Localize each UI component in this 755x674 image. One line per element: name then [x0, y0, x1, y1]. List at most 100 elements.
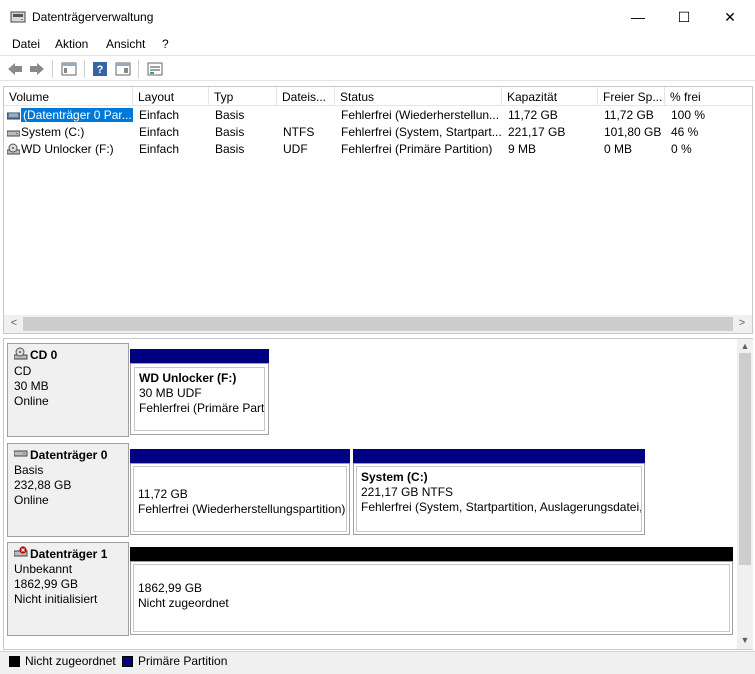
partition-title: System (C:)	[361, 470, 428, 484]
disk-size: 232,88 GB	[14, 478, 72, 492]
volume-typ: Basis	[215, 108, 245, 122]
disk-type: CD	[14, 364, 32, 378]
volume-pct-free: 0 %	[671, 142, 692, 156]
show-hide-icon[interactable]	[113, 59, 133, 79]
volume-layout: Einfach	[139, 108, 180, 122]
close-button[interactable]: ✕	[707, 0, 753, 34]
partition-wd-unlocker[interactable]: WD Unlocker (F:) 30 MB UDF Fehlerfrei (P…	[130, 363, 269, 435]
partition-detail: 30 MB UDF	[139, 386, 202, 400]
disk-state: Online	[14, 394, 49, 408]
maximize-button[interactable]: ☐	[661, 0, 707, 34]
menu-help[interactable]: ?	[162, 37, 169, 51]
volume-row[interactable]: System (C:) Einfach Basis NTFS Fehlerfre…	[4, 124, 752, 141]
primary-partition-bar	[353, 449, 645, 463]
legend-swatch-primary	[122, 656, 133, 667]
disk-info-disk0[interactable]: Datenträger 0 Basis 232,88 GB Online	[7, 443, 129, 537]
toolbar: ?	[0, 55, 755, 81]
cd-drive-icon	[13, 347, 28, 364]
partition-detail: 1862,99 GB	[138, 581, 203, 595]
partition-title: WD Unlocker (F:)	[139, 371, 237, 385]
disk-size: 30 MB	[14, 379, 49, 393]
menu-aktion[interactable]: Aktion	[55, 37, 88, 51]
volume-pct-free: 46 %	[671, 125, 699, 139]
column-status[interactable]: Status	[335, 87, 502, 106]
partition-detail: 221,17 GB NTFS	[361, 485, 454, 499]
disk-info-disk1[interactable]: Datenträger 1 Unbekannt 1862,99 GB Nicht…	[7, 542, 129, 636]
column-prozent-frei[interactable]: % frei	[665, 87, 752, 106]
primary-partition-bar	[130, 449, 350, 463]
volume-row[interactable]: WD Unlocker (F:) Einfach Basis UDF Fehle…	[4, 141, 752, 158]
disk-size: 1862,99 GB	[14, 577, 79, 591]
view-icon[interactable]	[145, 59, 165, 79]
disk-state: Nicht initialisiert	[14, 592, 98, 606]
volume-row[interactable]: (Datenträger 0 Par... Einfach Basis Fehl…	[4, 107, 752, 124]
partition-status: Fehlerfrei (System, Startpartition, Ausl…	[361, 500, 642, 514]
vertical-scrollbar[interactable]: ▲ ▼	[737, 339, 753, 649]
column-freier-speicher[interactable]: Freier Sp...	[598, 87, 665, 106]
menu-ansicht[interactable]: Ansicht	[106, 37, 145, 51]
volume-partition-icon	[7, 110, 21, 124]
help-icon[interactable]: ?	[90, 59, 110, 79]
scroll-right-arrow[interactable]: >	[734, 317, 750, 331]
column-typ[interactable]: Typ	[209, 87, 277, 106]
volume-capacity: 221,17 GB	[508, 125, 566, 139]
toolbar-separator	[52, 60, 53, 78]
partition-unallocated[interactable]: 1862,99 GB Nicht zugeordnet	[130, 561, 733, 635]
drive-icon	[7, 127, 21, 141]
legend-bar: Nicht zugeordnet Primäre Partition	[0, 651, 755, 674]
volume-typ: Basis	[215, 142, 245, 156]
disk-graphical-view: CD 0 CD 30 MB Online WD Unlocker (F:) 30…	[3, 338, 753, 650]
menu-bar: Datei Aktion Ansicht ?	[0, 34, 755, 54]
column-header: Volume Layout Typ Dateis... Status Kapaz…	[4, 87, 752, 106]
scroll-left-arrow[interactable]: <	[6, 317, 22, 331]
toolbar-separator	[84, 60, 85, 78]
properties-icon[interactable]	[59, 59, 79, 79]
volume-filesystem: UDF	[283, 142, 308, 156]
volume-name: WD Unlocker (F:)	[21, 142, 114, 156]
scroll-thumb[interactable]	[739, 353, 751, 565]
volume-status: Fehlerfrei (Wiederherstellun...	[341, 108, 500, 122]
volume-layout: Einfach	[139, 125, 180, 139]
menu-datei[interactable]: Datei	[12, 37, 40, 51]
partition-recovery[interactable]: 11,72 GB Fehlerfrei (Wiederherstellungsp…	[130, 463, 350, 535]
minimize-button[interactable]: —	[615, 0, 661, 34]
unallocated-partition-bar	[130, 547, 733, 561]
back-icon[interactable]	[5, 59, 25, 79]
scroll-up-arrow[interactable]: ▲	[739, 341, 751, 351]
volume-layout: Einfach	[139, 142, 180, 156]
legend-label-primary: Primäre Partition	[138, 654, 228, 668]
scroll-thumb[interactable]	[23, 317, 733, 331]
volume-status: Fehlerfrei (Primäre Partition)	[341, 142, 493, 156]
volume-name: System (C:)	[21, 125, 85, 139]
disk-info-cd0[interactable]: CD 0 CD 30 MB Online	[7, 343, 129, 437]
forward-icon[interactable]	[27, 59, 47, 79]
disk-state: Online	[14, 493, 49, 507]
scroll-down-arrow[interactable]: ▼	[739, 635, 751, 645]
uninitialized-drive-icon	[13, 546, 28, 562]
column-volume[interactable]: Volume	[4, 87, 133, 106]
partition-system-c[interactable]: System (C:) 221,17 GB NTFS Fehlerfrei (S…	[353, 463, 645, 535]
volume-status: Fehlerfrei (System, Startpart...	[341, 125, 501, 139]
column-kapazitaet[interactable]: Kapazität	[502, 87, 598, 106]
column-layout[interactable]: Layout	[133, 87, 209, 106]
legend-swatch-unallocated	[9, 656, 20, 667]
disk-name: Datenträger 1	[30, 546, 108, 561]
partition-status: Fehlerfrei (Wiederherstellungspartition)	[138, 502, 346, 517]
partition-area-cd0: WD Unlocker (F:) 30 MB UDF Fehlerfrei (P…	[128, 343, 273, 437]
horizontal-scrollbar[interactable]: < >	[4, 315, 752, 333]
toolbar-separator	[138, 60, 139, 78]
partition-detail: 11,72 GB	[138, 487, 188, 502]
legend-label-unallocated: Nicht zugeordnet	[25, 654, 116, 668]
disk-type: Basis	[14, 463, 44, 477]
disk-type: Unbekannt	[14, 562, 73, 576]
title-bar: Datenträgerverwaltung — ☐ ✕	[0, 0, 755, 34]
column-dateisystem[interactable]: Dateis...	[277, 87, 335, 106]
disk-management-icon	[10, 9, 26, 25]
partition-status: Nicht zugeordnet	[138, 596, 229, 610]
volume-typ: Basis	[215, 125, 245, 139]
volume-free: 101,80 GB	[604, 125, 662, 139]
volume-free: 0 MB	[604, 142, 633, 156]
volume-list: Volume Layout Typ Dateis... Status Kapaz…	[3, 86, 753, 334]
volume-filesystem: NTFS	[283, 125, 315, 139]
volume-capacity: 11,72 GB	[508, 108, 558, 122]
